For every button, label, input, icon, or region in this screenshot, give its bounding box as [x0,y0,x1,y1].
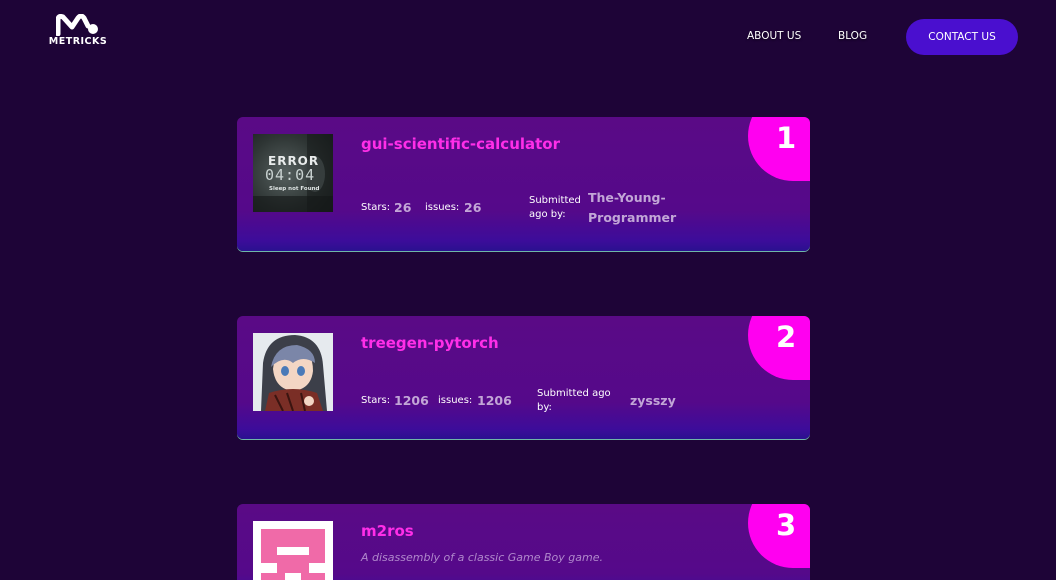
stars-count: 26 [394,200,412,215]
repo-card[interactable]: ERROR 04:04 Sleep not Found gui-scientif… [237,117,810,251]
repo-avatar [253,521,333,580]
repo-avatar [253,333,333,411]
nav-blog[interactable]: BLOG [838,30,867,42]
stars-label: Stars: [361,202,391,213]
issues-count: 1206 [477,393,512,408]
logo-text: METRICKS [48,36,108,47]
stars-label: Stars: [361,395,391,406]
repo-card[interactable]: m2ros A disassembly of a classic Game Bo… [237,504,810,580]
submitted-label-line: Submitted [529,195,581,206]
submitted-label: Submitted ago by: [537,387,611,415]
avatar-error-code: 04:04 [265,166,316,184]
submitter-name[interactable]: The-Young- Programmer [588,188,676,228]
rank-number: 3 [776,508,797,542]
stars-count: 1206 [394,393,429,408]
submitted-label-line: Submitted ago [537,388,611,399]
repo-description: A disassembly of a classic Game Boy game… [361,551,603,564]
rank-number: 2 [776,320,797,354]
repo-name[interactable]: treegen-pytorch [361,334,499,352]
issues-label: issues: [438,395,473,406]
issues-count: 26 [464,200,482,215]
rank-number: 1 [776,121,797,155]
logo-mark-icon [56,14,98,36]
submitted-label-line: ago by: [529,209,566,220]
page: METRICKS ABOUT US BLOG CONTACT US ERROR … [0,0,1056,580]
submitter-name-line: The-Young- [588,190,666,205]
submitter-name[interactable]: zysszy [630,391,676,411]
repo-name[interactable]: gui-scientific-calculator [361,135,560,153]
issues-label: issues: [425,202,460,213]
submitter-name-line: zysszy [630,393,676,408]
contact-us-button[interactable]: CONTACT US [906,19,1018,55]
nav-about-us[interactable]: ABOUT US [747,30,801,42]
rank-badge: 1 [748,117,810,181]
repo-avatar: ERROR 04:04 Sleep not Found [253,134,333,212]
submitted-label-line: by: [537,402,552,413]
rank-badge: 2 [748,316,810,380]
metricks-logo[interactable]: METRICKS [48,14,108,48]
submitter-name-line: Programmer [588,210,677,225]
submitted-label: Submitted ago by: [529,194,581,222]
rank-badge: 3 [748,504,810,568]
avatar-error-subtitle: Sleep not Found [269,186,320,192]
repo-card[interactable]: treegen-pytorch Stars: 1206 issues: 1206… [237,316,810,439]
repo-name[interactable]: m2ros [361,522,414,540]
